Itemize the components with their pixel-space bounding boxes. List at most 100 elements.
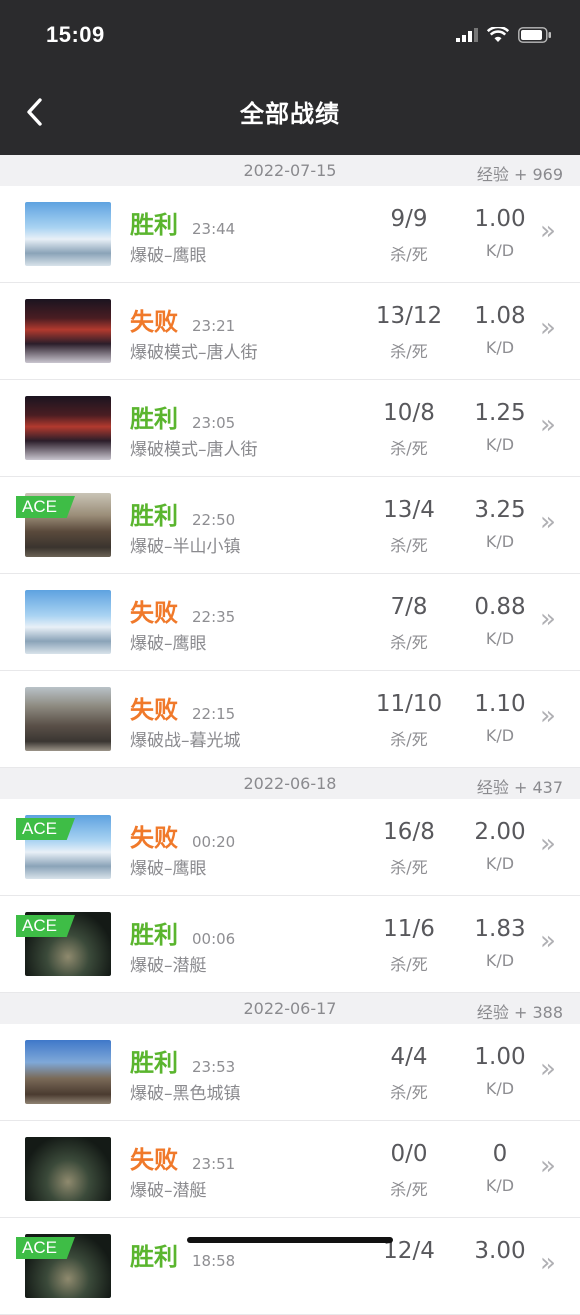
match-row[interactable]: 胜利 23:53 爆破–黑色城镇 4/4 杀/死 1.00 K/D »	[0, 1024, 580, 1121]
page-title: 全部战绩	[240, 100, 340, 128]
kd-ratio-value: 1.00	[474, 206, 526, 232]
kd-ratio-value: 0.88	[474, 594, 526, 620]
kill-death-value: 13/4	[383, 497, 435, 523]
double-chevron-right-icon: »	[540, 604, 556, 634]
match-time: 23:53	[192, 1058, 236, 1076]
match-time: 22:15	[192, 705, 236, 723]
match-mode: 爆破–潜艇	[130, 1181, 207, 1201]
match-time: 23:51	[192, 1155, 236, 1173]
match-time: 23:44	[192, 220, 236, 238]
wifi-icon	[487, 27, 509, 42]
ace-badge: ACE	[16, 818, 75, 840]
match-time: 00:06	[192, 930, 236, 948]
kill-death-label: 杀/死	[390, 730, 428, 749]
kd-ratio-label: K/D	[485, 338, 515, 357]
kill-death-value: 0/0	[390, 1141, 428, 1167]
kill-death-value: 16/8	[383, 819, 435, 845]
map-thumbnail	[25, 1040, 111, 1104]
kill-death-value: 9/9	[390, 206, 428, 232]
match-row[interactable]: ACE 失败 00:20 爆破–鹰眼 16/8 杀/死 2.00 K/D »	[0, 799, 580, 896]
status-bar: 15:09	[0, 0, 580, 70]
kill-death-value: 4/4	[390, 1044, 428, 1070]
kill-death-label: 杀/死	[390, 342, 428, 361]
double-chevron-right-icon: »	[540, 313, 556, 343]
kd-ratio-value: 3.00	[474, 1238, 526, 1264]
match-result: 失败	[130, 599, 178, 627]
kill-death-label: 杀/死	[390, 858, 428, 877]
match-result: 胜利	[130, 1049, 178, 1077]
kill-death-value: 7/8	[390, 594, 428, 620]
kd-ratio-label: K/D	[485, 1176, 515, 1195]
kd-ratio-value: 1.83	[474, 916, 526, 942]
battery-icon	[518, 27, 551, 43]
match-mode: 爆破–鹰眼	[130, 859, 207, 879]
match-row[interactable]: 胜利 23:44 爆破–鹰眼 9/9 杀/死 1.00 K/D »	[0, 186, 580, 283]
signal-icon	[456, 28, 478, 42]
status-icons	[456, 27, 552, 43]
kd-ratio-label: K/D	[485, 1079, 515, 1098]
kd-ratio-value: 1.10	[474, 691, 526, 717]
kd-ratio-label: K/D	[485, 951, 515, 970]
kill-death-label: 杀/死	[390, 955, 428, 974]
double-chevron-right-icon: »	[540, 701, 556, 731]
kill-death-label: 杀/死	[390, 439, 428, 458]
kd-ratio-label: K/D	[485, 241, 515, 260]
double-chevron-right-icon: »	[540, 829, 556, 859]
double-chevron-right-icon: »	[540, 410, 556, 440]
double-chevron-right-icon: »	[540, 1054, 556, 1084]
kd-ratio-value: 1.00	[474, 1044, 526, 1070]
map-thumbnail	[25, 1137, 111, 1201]
match-time: 22:35	[192, 608, 236, 626]
kd-ratio-label: K/D	[485, 726, 515, 745]
match-row[interactable]: 失败 23:51 爆破–潜艇 0/0 杀/死 0 K/D »	[0, 1121, 580, 1218]
double-chevron-right-icon: »	[540, 926, 556, 956]
kd-ratio-value: 1.08	[474, 303, 526, 329]
section-exp: 经验 + 969	[476, 165, 563, 184]
match-row[interactable]: ACE 胜利 00:06 爆破–潜艇 11/6 杀/死 1.83 K/D »	[0, 896, 580, 993]
match-mode: 爆破–鹰眼	[130, 246, 207, 266]
section-exp: 经验 + 437	[476, 778, 563, 797]
ace-badge: ACE	[16, 496, 75, 518]
home-indicator	[187, 1237, 393, 1243]
match-row[interactable]: 失败 22:15 爆破战–暮光城 11/10 杀/死 1.10 K/D »	[0, 671, 580, 768]
match-result: 胜利	[130, 405, 178, 433]
section-exp: 经验 + 388	[476, 1003, 563, 1022]
match-history-list: 2022-07-15 经验 + 969 胜利 23:44 爆破–鹰眼 9/9 杀/死 1.00…	[0, 155, 580, 1315]
match-result: 失败	[130, 1146, 178, 1174]
date-section-header: 2022-07-15 经验 + 969	[0, 155, 580, 186]
kd-ratio-label: K/D	[485, 532, 515, 551]
match-row[interactable]: 失败 22:35 爆破–鹰眼 7/8 杀/死 0.88 K/D »	[0, 574, 580, 671]
match-row[interactable]: ACE 胜利 22:50 爆破–半山小镇 13/4 杀/死 3.25 K/D »	[0, 477, 580, 574]
kd-ratio-value: 3.25	[474, 497, 526, 523]
kd-ratio-value: 1.25	[474, 400, 526, 426]
match-mode: 爆破–鹰眼	[130, 634, 207, 654]
match-result: 失败	[130, 824, 178, 852]
map-thumbnail	[25, 590, 111, 654]
kd-ratio-label: K/D	[485, 435, 515, 454]
match-row[interactable]: 失败 23:21 爆破模式–唐人街 13/12 杀/死 1.08 K/D »	[0, 283, 580, 380]
match-time: 00:20	[192, 833, 236, 851]
match-time: 22:50	[192, 511, 236, 529]
kd-ratio-label: K/D	[485, 629, 515, 648]
kill-death-label: 杀/死	[390, 1180, 428, 1199]
match-result: 胜利	[130, 502, 178, 530]
double-chevron-right-icon: »	[540, 216, 556, 246]
match-row[interactable]: 胜利 23:05 爆破模式–唐人街 10/8 杀/死 1.25 K/D »	[0, 380, 580, 477]
kill-death-label: 杀/死	[390, 245, 428, 264]
kd-ratio-value: 0	[492, 1141, 508, 1167]
double-chevron-right-icon: »	[540, 1248, 556, 1278]
kill-death-value: 11/10	[375, 691, 443, 717]
kill-death-label: 杀/死	[390, 536, 428, 555]
map-thumbnail	[25, 299, 111, 363]
match-result: 胜利	[130, 211, 178, 239]
ace-badge: ACE	[16, 1237, 75, 1259]
status-time: 15:09	[46, 22, 105, 47]
kill-death-label: 杀/死	[390, 1083, 428, 1102]
match-result: 胜利	[130, 921, 178, 949]
nav-bar: 全部战绩	[0, 70, 580, 155]
double-chevron-right-icon: »	[540, 1151, 556, 1181]
match-row[interactable]: ACE 胜利 18:58 12/4 3.00»	[0, 1218, 580, 1315]
ace-badge: ACE	[16, 915, 75, 937]
match-mode: 爆破–半山小镇	[130, 537, 241, 557]
map-thumbnail	[25, 396, 111, 460]
